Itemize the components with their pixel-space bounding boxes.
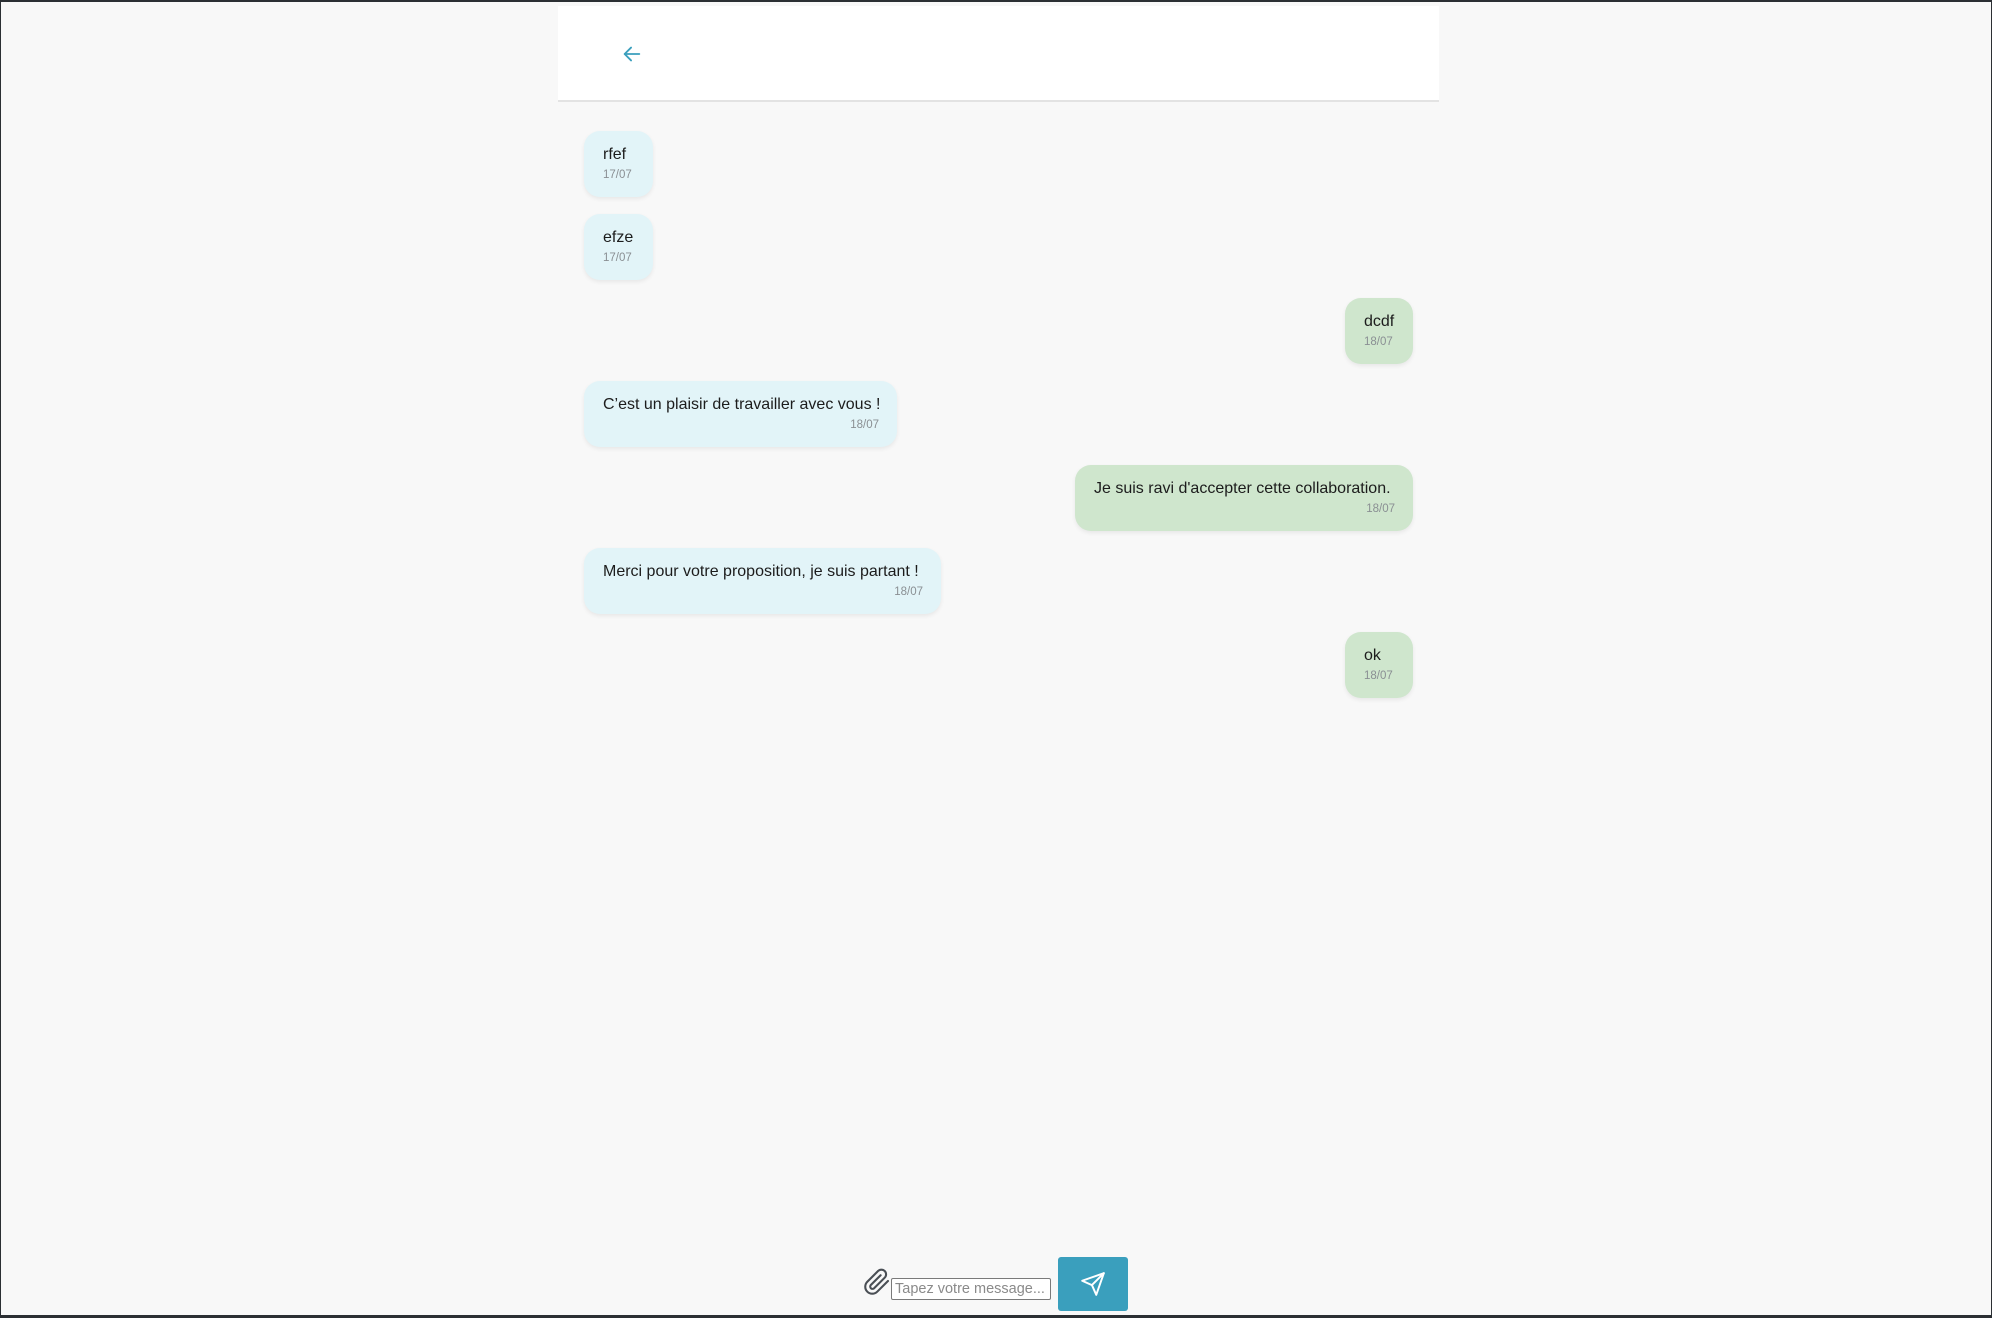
message-bubble-received: Merci pour votre proposition, je suis pa… — [584, 548, 941, 614]
message-bubble-sent: Je suis ravi d'accepter cette collaborat… — [1075, 465, 1413, 531]
message-text: rfef — [603, 146, 627, 163]
message-input[interactable] — [891, 1278, 1051, 1300]
message-time: 18/07 — [1364, 336, 1393, 348]
message-text: dcdf — [1364, 313, 1395, 330]
message-list: rfef 17/07 efze 17/07 dcdf 18/07 C’est u… — [558, 102, 1439, 1252]
chat-header — [558, 6, 1439, 102]
paperclip-icon[interactable] — [863, 1268, 893, 1298]
message-time: 17/07 — [603, 252, 632, 264]
message-time: 18/07 — [850, 419, 879, 431]
chat-page: rfef 17/07 efze 17/07 dcdf 18/07 C’est u… — [0, 0, 1992, 1318]
send-icon — [1081, 1272, 1105, 1296]
message-text: efze — [603, 229, 634, 246]
message-bubble-received: efze 17/07 — [584, 214, 653, 280]
message-text: ok — [1364, 647, 1381, 664]
message-text: Je suis ravi d'accepter cette collaborat… — [1094, 480, 1391, 497]
message-time: 18/07 — [1366, 503, 1395, 515]
message-bubble-received: C’est un plaisir de travailler avec vous… — [584, 381, 897, 447]
message-composer — [861, 1256, 1131, 1312]
back-button[interactable] — [610, 34, 654, 74]
message-time: 18/07 — [894, 586, 923, 598]
send-button[interactable] — [1058, 1257, 1128, 1311]
message-text: C’est un plaisir de travailler avec vous… — [603, 396, 881, 413]
message-bubble-received: rfef 17/07 — [584, 131, 653, 197]
message-time: 18/07 — [1364, 670, 1393, 682]
message-time: 17/07 — [603, 169, 632, 181]
message-bubble-sent: dcdf 18/07 — [1345, 298, 1413, 364]
message-bubble-sent: ok 18/07 — [1345, 632, 1413, 698]
message-text: Merci pour votre proposition, je suis pa… — [603, 563, 919, 580]
arrow-left-icon — [623, 46, 641, 62]
